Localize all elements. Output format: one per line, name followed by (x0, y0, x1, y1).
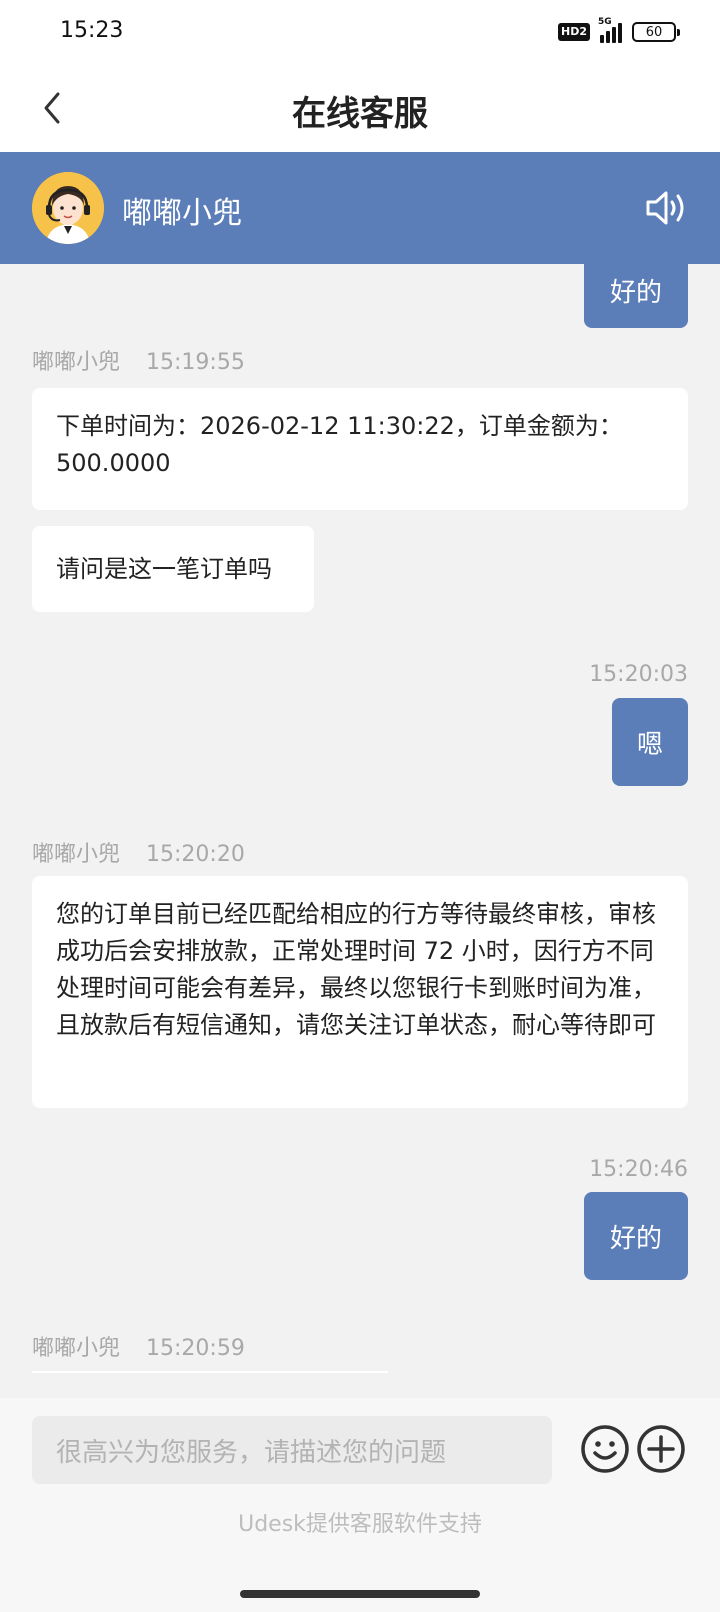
message-text: 嗯 (636, 729, 663, 760)
message-bubble-agent: 您的订单目前已经匹配给相应的行方等待最终审核，审核成功后会安排放款，正常处理时间… (32, 876, 688, 1108)
status-bar: 15:23 HD2 5G 60 (0, 0, 720, 64)
message-time: 15:19:55 (146, 350, 245, 375)
agent-header: 嘟嘟小兜 (0, 152, 720, 264)
sender-name: 嘟嘟小兜 (32, 1336, 121, 1361)
network-type: 5G (598, 17, 612, 27)
message-input[interactable]: 很高兴为您服务，请描述您的问题 (32, 1416, 552, 1484)
home-indicator[interactable] (240, 1590, 480, 1598)
powered-by-text: Udesk提供客服软件支持 (238, 1512, 482, 1537)
speaker-icon (646, 191, 684, 225)
agent-name: 嘟嘟小兜 (122, 196, 242, 231)
nav-bar: 在线客服 (0, 64, 720, 152)
message-time: 15:20:59 (146, 1336, 245, 1361)
message-text: 下单时间为：2026-02-12 11:30:22，订单金额为：500.0000 (56, 412, 623, 477)
message-meta: 嘟嘟小兜 15:20:59 (32, 1330, 245, 1362)
message-text: 您的订单目前已经匹配给相应的行方等待最终审核，审核成功后会安排放款，正常处理时间… (56, 900, 656, 1039)
chat-messages[interactable]: 好的 嘟嘟小兜 15:19:55 下单时间为：2026-02-12 11:30:2… (0, 264, 720, 1398)
message-bubble-agent-partial (32, 1371, 388, 1373)
message-bubble-agent: 请问是这一笔订单吗 (32, 526, 314, 612)
plus-circle-icon (637, 1425, 685, 1473)
message-bubble-user: 嗯 (612, 698, 688, 786)
message-text: 好的 (609, 277, 662, 308)
hd-badge: HD2 (558, 23, 590, 41)
message-meta: 15:20:46 (589, 1157, 688, 1182)
message-text: 请问是这一笔订单吗 (56, 554, 272, 583)
input-placeholder: 很高兴为您服务，请描述您的问题 (56, 1437, 447, 1468)
signal-icon: 5G (598, 17, 622, 43)
battery-level: 60 (645, 24, 663, 40)
message-bubble-agent: 下单时间为：2026-02-12 11:30:22，订单金额为：500.0000 (32, 388, 688, 510)
sender-name: 嘟嘟小兜 (32, 350, 121, 375)
input-area: 很高兴为您服务，请描述您的问题 Udesk提供客服软件支持 (0, 1398, 720, 1612)
more-options-button[interactable] (636, 1424, 686, 1474)
smiley-icon (581, 1425, 629, 1473)
message-bubble-user: 好的 (584, 264, 688, 328)
emoji-button[interactable] (580, 1424, 630, 1474)
message-meta: 嘟嘟小兜 15:20:20 (32, 836, 245, 868)
message-bubble-user: 好的 (584, 1192, 688, 1280)
message-meta: 嘟嘟小兜 15:19:55 (32, 344, 245, 376)
message-time: 15:20:46 (589, 1157, 688, 1182)
page-title: 在线客服 (292, 94, 428, 134)
message-time: 15:20:20 (146, 842, 245, 867)
message-text: 好的 (609, 1223, 662, 1254)
status-time: 15:23 (60, 18, 124, 43)
battery-icon: 60 (632, 22, 680, 42)
sender-name: 嘟嘟小兜 (32, 842, 121, 867)
message-time: 15:20:03 (589, 662, 688, 687)
agent-avatar (32, 172, 104, 244)
message-meta: 15:20:03 (589, 662, 688, 687)
status-icons: HD2 5G 60 (558, 17, 680, 46)
sound-toggle-button[interactable] (642, 184, 690, 232)
